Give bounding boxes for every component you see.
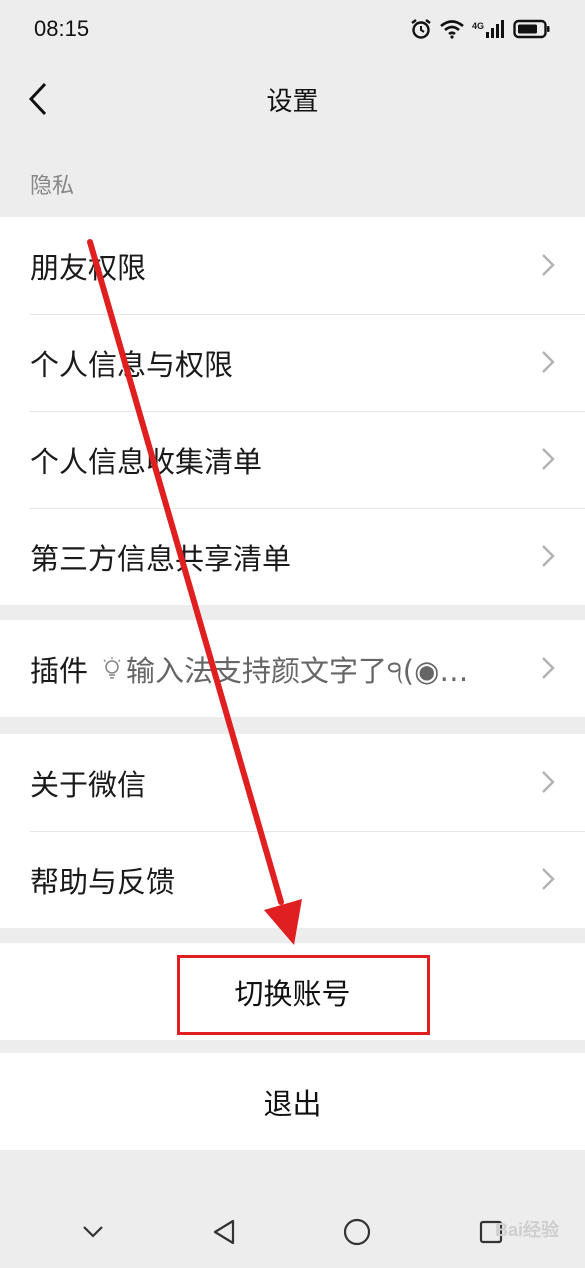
chevron-right-icon: [542, 868, 555, 890]
settings-item-third-party-sharing-list[interactable]: 第三方信息共享清单: [0, 508, 585, 605]
settings-item-info-collection-list[interactable]: 个人信息收集清单: [0, 411, 585, 508]
settings-item-personal-info-permissions[interactable]: 个人信息与权限: [0, 314, 585, 411]
chevron-right-icon: [542, 771, 555, 793]
status-icons: 4G: [410, 18, 551, 40]
logout-button[interactable]: 退出: [0, 1053, 585, 1150]
page-title: 设置: [266, 86, 319, 117]
chevron-right-icon: [542, 657, 555, 679]
settings-item-label: 个人信息与权限: [30, 347, 234, 382]
chevron-down-icon[interactable]: [82, 1225, 104, 1239]
chevron-right-icon: [542, 448, 555, 470]
signal-icon: [486, 20, 504, 38]
annotation-highlight-box: [177, 955, 430, 1035]
network-type: 4G: [471, 21, 484, 31]
chevron-left-icon: [28, 82, 47, 116]
chevron-right-icon: [542, 254, 555, 276]
plugin-promo-text: 输入法支持颜文字了੧(◉…: [126, 653, 469, 688]
settings-item-help-feedback[interactable]: 帮助与反馈: [0, 831, 585, 928]
about-group: 关于微信 帮助与反馈: [0, 734, 585, 928]
home-circle-icon[interactable]: [343, 1218, 371, 1246]
settings-item-about-wechat[interactable]: 关于微信: [0, 734, 585, 831]
settings-item-label: 第三方信息共享清单: [30, 541, 292, 576]
logout-label: 退出: [263, 1086, 322, 1121]
lightbulb-icon: [103, 656, 121, 679]
back-triangle-icon[interactable]: [212, 1219, 236, 1245]
section-label-privacy: 隐私: [30, 174, 75, 199]
settings-item-label: 个人信息收集清单: [30, 444, 263, 479]
plugin-promo: 输入法支持颜文字了੧(◉…: [102, 648, 468, 690]
alarm-icon: [411, 19, 431, 39]
watermark: Bai经验: [494, 1220, 559, 1240]
status-time: 08:15: [34, 16, 90, 41]
settings-item-label: 帮助与反馈: [30, 864, 176, 899]
status-bar: 08:15 4G: [0, 0, 585, 58]
wifi-icon: [440, 20, 464, 39]
back-button[interactable]: [18, 76, 58, 122]
settings-item-label: 朋友权限: [30, 250, 147, 285]
settings-item-label: 关于微信: [30, 767, 147, 802]
plugins-group: 插件 输入法支持颜文字了੧(◉…: [0, 620, 585, 717]
settings-item-label: 插件: [30, 653, 89, 688]
settings-item-plugins[interactable]: 插件 输入法支持颜文字了੧(◉…: [0, 620, 585, 717]
privacy-group: 朋友权限 个人信息与权限 个人信息收集清单 第三方信息共享清单: [0, 217, 585, 605]
chevron-right-icon: [542, 545, 555, 567]
chevron-right-icon: [542, 351, 555, 373]
nav-bar: 设置: [0, 58, 585, 140]
battery-icon: [513, 19, 550, 39]
cellular-signal: 4G: [472, 19, 505, 39]
settings-item-friend-permissions[interactable]: 朋友权限: [0, 217, 585, 314]
